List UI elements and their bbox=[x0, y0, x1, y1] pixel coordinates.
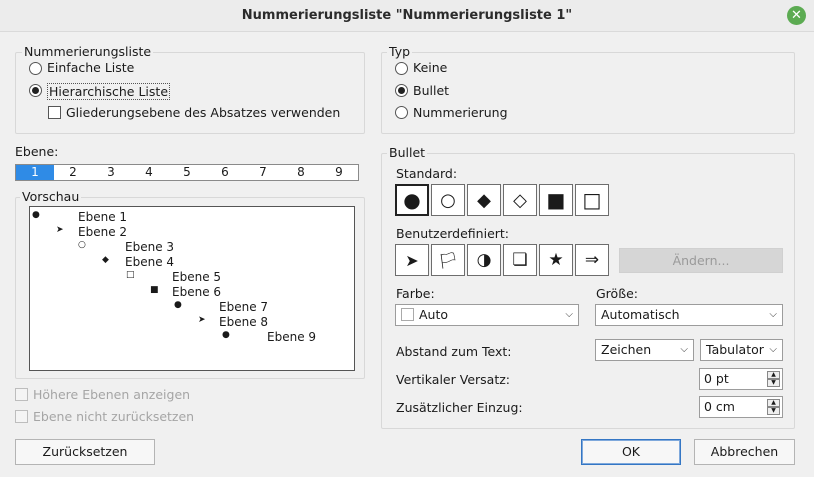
level-item[interactable]: 7 bbox=[244, 165, 282, 180]
outline-level-label[interactable]: Gliederungsebene des Absatzes verwenden bbox=[66, 105, 340, 120]
preview-bullet: ○ bbox=[78, 240, 86, 250]
numbering-list-label: Nummerierungsliste bbox=[22, 44, 154, 59]
radio-type-numbering[interactable] bbox=[395, 106, 408, 119]
chevron-down-icon: ⌵ bbox=[769, 309, 777, 320]
standard-symbol-square[interactable]: □ bbox=[575, 184, 609, 216]
type-numbering-label[interactable]: Nummerierung bbox=[413, 105, 508, 120]
cancel-button[interactable]: Abbrechen bbox=[694, 439, 795, 465]
level-selector[interactable]: 1 2 3 4 5 6 7 8 9 bbox=[15, 164, 359, 181]
chevron-down-icon: ⌵ bbox=[769, 344, 777, 355]
preview-line: Ebene 2 bbox=[78, 225, 128, 239]
custom-symbol-flag[interactable]: 🏳 bbox=[431, 244, 465, 276]
preview-bullet: □ bbox=[126, 270, 135, 280]
preview-bullet: ➤ bbox=[198, 315, 206, 325]
preview-line: Ebene 4 bbox=[125, 255, 175, 269]
hierarchical-list-label[interactable]: Hierarchische Liste bbox=[47, 83, 171, 100]
preview-label: Vorschau bbox=[20, 189, 82, 204]
standard-label: Standard: bbox=[396, 166, 458, 181]
color-swatch bbox=[401, 308, 414, 321]
spacing-label: Abstand zum Text: bbox=[396, 344, 512, 359]
show-higher-levels-label[interactable]: Höhere Ebenen anzeigen bbox=[33, 387, 190, 402]
radio-simple-list[interactable] bbox=[29, 62, 42, 75]
preview-line: Ebene 5 bbox=[172, 270, 222, 284]
type-label: Typ bbox=[387, 44, 413, 59]
spin-down-icon[interactable]: ▼ bbox=[767, 407, 780, 415]
level-item[interactable]: 6 bbox=[206, 165, 244, 180]
preview-line: Ebene 8 bbox=[219, 315, 269, 329]
custom-symbol-arrowhead[interactable]: ➤ bbox=[395, 244, 429, 276]
color-label: Farbe: bbox=[396, 286, 435, 301]
chevron-down-icon: ⌵ bbox=[565, 309, 573, 320]
color-dropdown[interactable]: Auto ⌵ bbox=[395, 304, 579, 326]
preview-line: Ebene 6 bbox=[172, 285, 222, 299]
simple-list-label[interactable]: Einfache Liste bbox=[47, 60, 134, 75]
close-icon[interactable]: ✕ bbox=[787, 6, 806, 25]
standard-symbol-filled-circle[interactable]: ● bbox=[395, 184, 429, 216]
outline-level-checkbox[interactable] bbox=[48, 106, 61, 119]
preview-bullet: ➤ bbox=[56, 225, 64, 235]
level-label: Ebene: bbox=[15, 144, 59, 159]
spin-down-icon[interactable]: ▼ bbox=[767, 379, 780, 387]
window-title: Nummerierungsliste "Nummerierungsliste 1… bbox=[0, 0, 814, 32]
size-label: Größe: bbox=[596, 286, 638, 301]
type-none-label[interactable]: Keine bbox=[413, 60, 447, 75]
vertical-offset-spinner[interactable]: 0 pt ▲ ▼ bbox=[699, 368, 783, 390]
size-dropdown[interactable]: Automatisch ⌵ bbox=[595, 304, 783, 326]
change-button[interactable]: Ändern... bbox=[619, 248, 783, 273]
ok-button[interactable]: OK bbox=[581, 439, 681, 465]
custom-symbol-half-circle[interactable]: ◑ bbox=[467, 244, 501, 276]
radio-hierarchical-list[interactable] bbox=[29, 84, 42, 97]
standard-symbol-circle[interactable]: ○ bbox=[431, 184, 465, 216]
preview-line: Ebene 9 bbox=[267, 330, 317, 344]
extra-indent-label: Zusätzlicher Einzug: bbox=[396, 400, 523, 415]
no-reset-level-checkbox[interactable] bbox=[15, 410, 28, 423]
standard-symbol-filled-diamond[interactable]: ◆ bbox=[467, 184, 501, 216]
spacing-unit-dropdown[interactable]: Zeichen ⌵ bbox=[595, 339, 694, 361]
spin-up-icon[interactable]: ▲ bbox=[767, 399, 780, 407]
radio-type-bullet[interactable] bbox=[395, 84, 408, 97]
chevron-down-icon: ⌵ bbox=[680, 344, 688, 355]
show-higher-levels-checkbox[interactable] bbox=[15, 388, 28, 401]
preview-line: Ebene 7 bbox=[219, 300, 269, 314]
custom-label: Benutzerdefiniert: bbox=[396, 226, 510, 241]
level-item[interactable]: 2 bbox=[54, 165, 92, 180]
spacing-separator-dropdown[interactable]: Tabulator ⌵ bbox=[700, 339, 783, 361]
preview-bullet: ● bbox=[174, 300, 182, 310]
level-item[interactable]: 9 bbox=[320, 165, 358, 180]
custom-symbol-double-arrow[interactable]: ⇒ bbox=[575, 244, 609, 276]
extra-indent-spinner[interactable]: 0 cm ▲ ▼ bbox=[699, 396, 783, 418]
preview-bullet: ● bbox=[222, 330, 230, 340]
level-item[interactable]: 8 bbox=[282, 165, 320, 180]
custom-symbol-shadow-box[interactable]: ❏ bbox=[503, 244, 537, 276]
custom-symbol-star[interactable]: ★ bbox=[539, 244, 573, 276]
vertical-offset-label: Vertikaler Versatz: bbox=[396, 372, 510, 387]
level-item[interactable]: 1 bbox=[16, 165, 54, 180]
preview-line: Ebene 3 bbox=[125, 240, 175, 254]
preview-line: Ebene 1 bbox=[78, 210, 128, 224]
spin-up-icon[interactable]: ▲ bbox=[767, 371, 780, 379]
level-item[interactable]: 5 bbox=[168, 165, 206, 180]
level-item[interactable]: 3 bbox=[92, 165, 130, 180]
preview-panel: ● Ebene 1 ➤ Ebene 2 ○ Ebene 3 ◆ Ebene 4 … bbox=[29, 206, 355, 371]
standard-symbol-filled-square[interactable]: ■ bbox=[539, 184, 573, 216]
level-item[interactable]: 4 bbox=[130, 165, 168, 180]
standard-symbol-diamond[interactable]: ◇ bbox=[503, 184, 537, 216]
type-bullet-label[interactable]: Bullet bbox=[413, 83, 449, 98]
no-reset-level-label[interactable]: Ebene nicht zurücksetzen bbox=[33, 409, 194, 424]
preview-bullet: ● bbox=[32, 210, 40, 220]
reset-button[interactable]: Zurücksetzen bbox=[15, 439, 155, 465]
radio-type-none[interactable] bbox=[395, 62, 408, 75]
preview-bullet: ◆ bbox=[102, 255, 109, 265]
bullet-label: Bullet bbox=[387, 145, 428, 160]
preview-bullet: ■ bbox=[150, 285, 159, 295]
